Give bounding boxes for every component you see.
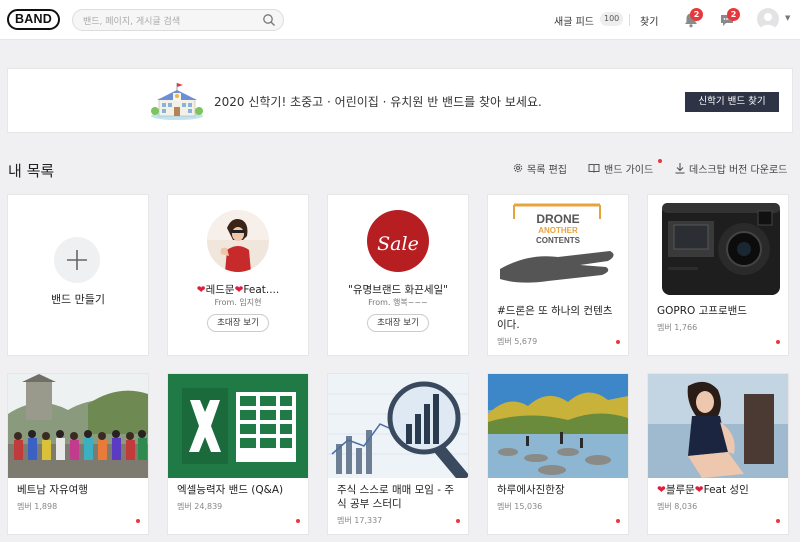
heart-icon: ❤ (657, 484, 666, 496)
desktop-download-link[interactable]: 데스크탑 버전 다운로드 (689, 161, 787, 176)
school-icon (151, 83, 203, 120)
band-title-suffix: Feat 성인 (703, 484, 749, 496)
band-title[interactable]: 엑셀능력자 밴드 (Q&A) (177, 483, 301, 497)
band-title[interactable]: GOPRO 고프로밴드 (657, 304, 781, 318)
book-icon[interactable] (588, 162, 600, 174)
band-title[interactable]: ❤블루문❤Feat 성인 (657, 483, 781, 497)
invite-band-name: ❤레드문❤Feat.... (172, 282, 304, 297)
band-title-text: 블루문 (665, 484, 695, 496)
band-thumbnail (488, 374, 628, 478)
new-post-dot (456, 519, 460, 523)
band-card[interactable]: 베트남 자유여행 멤버 1,898 (7, 373, 149, 535)
search-placeholder[interactable]: 밴드, 페이지, 게시글 검색 (83, 14, 180, 27)
new-feed-count: 100 (600, 12, 624, 26)
download-icon[interactable] (674, 162, 686, 174)
band-title[interactable]: 주식 스스로 매매 모임 - 주식 공부 스터디 (337, 483, 461, 511)
band-members: 멤버 15,036 (497, 502, 543, 511)
invite-card[interactable]: ❤레드문❤Feat.... From. 임지현 초대장 보기 (167, 194, 309, 356)
invite-sender: From. 임지현 (214, 298, 262, 307)
profile-avatar[interactable] (757, 8, 779, 30)
band-members: 멤버 8,036 (657, 502, 698, 511)
band-title[interactable]: #드론은 또 하나의 컨텐츠이다. (497, 304, 621, 332)
profile-silhouette-icon (760, 13, 776, 30)
band-thumbnail (328, 374, 468, 478)
banner-text: 2020 신학기! 초중고 · 어린이집 · 유치원 반 밴드를 찾아 보세요. (214, 95, 542, 109)
heart-icon: ❤ (196, 284, 206, 296)
chevron-down-icon[interactable]: ▼ (785, 14, 790, 22)
band-thumbnail (8, 374, 148, 478)
sale-text: Sale (377, 233, 419, 255)
band-thumbnail (648, 374, 788, 478)
search-icon[interactable] (262, 13, 276, 27)
band-card[interactable]: 하루에사진한장 멤버 15,036 (487, 373, 629, 535)
view-invite-button[interactable]: 초대장 보기 (207, 314, 269, 332)
add-band-button[interactable] (54, 237, 100, 283)
thumb-text-line: ANOTHER (538, 226, 578, 235)
heart-icon: ❤ (694, 484, 704, 496)
band-title[interactable]: 베트남 자유여행 (17, 483, 141, 497)
invite-band-name-text: 레드문 (205, 284, 235, 296)
header-divider (629, 14, 630, 26)
band-members: 멤버 1,766 (657, 323, 698, 332)
edit-list-link[interactable]: 목록 편집 (527, 161, 567, 176)
band-thumbnail (648, 195, 788, 299)
band-thumbnail: DRONE ANOTHER CONTENTS (488, 195, 628, 299)
invite-band-image (207, 210, 269, 272)
band-guide-link[interactable]: 밴드 가이드 (604, 161, 653, 176)
band-card[interactable]: ❤블루문❤Feat 성인 멤버 8,036 (647, 373, 789, 535)
create-band-card[interactable]: 밴드 만들기 (7, 194, 149, 356)
create-band-label: 밴드 만들기 (50, 293, 106, 306)
notification-badge: 2 (690, 8, 703, 21)
gear-icon[interactable] (512, 162, 524, 174)
band-card[interactable]: GOPRO 고프로밴드 멤버 1,766 (647, 194, 789, 356)
new-post-dot (616, 519, 620, 523)
invite-band-name-suffix: Feat.... (243, 284, 280, 296)
new-post-dot (776, 519, 780, 523)
search-bar[interactable]: 밴드, 페이지, 게시글 검색 (72, 9, 284, 31)
invite-band-name: "유명브랜드 화끈세일" (348, 284, 448, 296)
new-post-dot (296, 519, 300, 523)
invite-band-image: Sale (367, 210, 429, 272)
top-header: BAND 밴드, 페이지, 게시글 검색 새글 피드 100 찾기 2 2 ▼ (0, 0, 800, 40)
new-semester-banner: 2020 신학기! 초중고 · 어린이집 · 유치원 반 밴드를 찾아 보세요.… (7, 68, 793, 133)
section-title: 내 목록 (8, 162, 55, 180)
chat-badge: 2 (727, 8, 740, 21)
band-card[interactable]: 주식 스스로 매매 모임 - 주식 공부 스터디 멤버 17,337 (327, 373, 469, 535)
band-members: 멤버 24,839 (177, 502, 223, 511)
invite-sender: From. 행복~~~ (368, 298, 428, 307)
thumb-text-line: DRONE (536, 212, 579, 226)
band-title[interactable]: 하루에사진한장 (497, 483, 621, 497)
plus-icon (67, 250, 87, 270)
new-post-dot (616, 340, 620, 344)
view-invite-button[interactable]: 초대장 보기 (367, 314, 429, 332)
band-members: 멤버 1,898 (17, 502, 58, 511)
invite-card[interactable]: Sale "유명브랜드 화끈세일" From. 행복~~~ 초대장 보기 (327, 194, 469, 356)
new-post-dot (776, 340, 780, 344)
band-members: 멤버 17,337 (337, 516, 383, 525)
find-link[interactable]: 찾기 (640, 13, 658, 28)
new-indicator-dot (658, 159, 662, 163)
band-members: 멤버 5,679 (497, 337, 538, 346)
band-card[interactable]: DRONE ANOTHER CONTENTS #드론은 또 하나의 컨텐츠이다.… (487, 194, 629, 356)
band-logo[interactable]: BAND (7, 9, 60, 30)
new-feed-link[interactable]: 새글 피드 (554, 13, 594, 28)
thumb-text-line: CONTENTS (536, 236, 581, 245)
new-post-dot (136, 519, 140, 523)
find-semester-band-button[interactable]: 신학기 밴드 찾기 (685, 92, 779, 112)
band-thumbnail (168, 374, 308, 478)
band-card[interactable]: 엑셀능력자 밴드 (Q&A) 멤버 24,839 (167, 373, 309, 535)
